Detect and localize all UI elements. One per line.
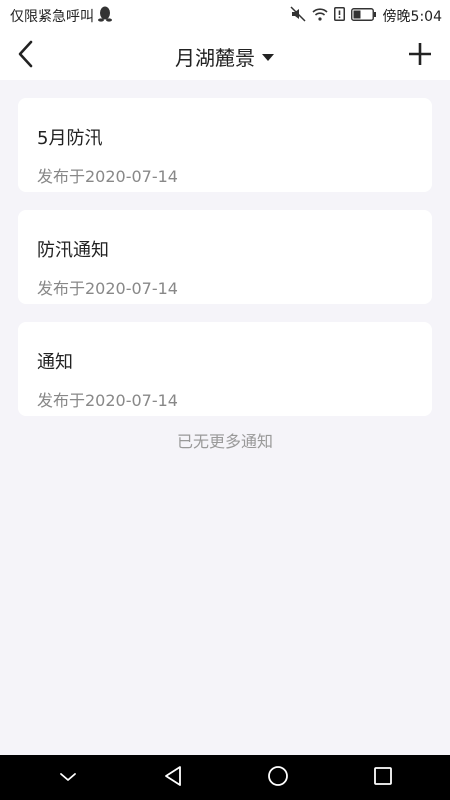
- status-bar: 仅限紧急呼叫 傍晚5:04: [0, 0, 450, 32]
- carrier-status-text: 仅限紧急呼叫: [10, 9, 94, 25]
- recents-button[interactable]: [363, 758, 403, 798]
- home-icon: [267, 765, 289, 791]
- notice-date: 发布于2020-07-14: [37, 167, 178, 186]
- qq-penguin-icon: [98, 6, 112, 26]
- page-title: 月湖麓景: [175, 45, 255, 70]
- plus-icon: [408, 42, 432, 70]
- nav-back-button[interactable]: [153, 758, 193, 798]
- notice-date: 发布于2020-07-14: [37, 391, 178, 410]
- caret-down-icon: [261, 47, 275, 66]
- notice-title: 5月防汛: [37, 128, 103, 149]
- notice-card[interactable]: 通知 发布于2020-07-14: [18, 322, 432, 416]
- wifi-icon: [311, 7, 328, 25]
- header: 月湖麓景: [0, 32, 450, 80]
- notice-card[interactable]: 5月防汛 发布于2020-07-14: [18, 98, 432, 192]
- status-time: 傍晚5:04: [382, 9, 442, 25]
- community-selector[interactable]: 月湖麓景: [175, 42, 275, 71]
- back-chevron-icon: [16, 40, 36, 72]
- no-more-text: 已无更多通知: [176, 432, 273, 451]
- system-nav-bar: [0, 755, 450, 800]
- notice-card[interactable]: 防汛通知 发布于2020-07-14: [18, 210, 432, 304]
- status-right: 傍晚5:04: [290, 6, 442, 26]
- notice-title: 防汛通知: [37, 240, 109, 261]
- nav-back-icon: [163, 765, 183, 791]
- battery-icon: [350, 7, 377, 25]
- notice-date: 发布于2020-07-14: [37, 279, 178, 298]
- home-button[interactable]: [258, 758, 298, 798]
- collapse-icon: [59, 768, 77, 787]
- back-button[interactable]: [8, 38, 44, 74]
- collapse-button[interactable]: [48, 758, 88, 798]
- recents-icon: [373, 766, 393, 790]
- mute-icon: [290, 6, 306, 26]
- notice-list: 5月防汛 发布于2020-07-14 防汛通知 发布于2020-07-14 通知…: [0, 80, 450, 755]
- status-left: 仅限紧急呼叫: [10, 6, 112, 26]
- add-notice-button[interactable]: [402, 38, 438, 74]
- alert-icon: [333, 7, 345, 25]
- notice-title: 通知: [37, 352, 73, 373]
